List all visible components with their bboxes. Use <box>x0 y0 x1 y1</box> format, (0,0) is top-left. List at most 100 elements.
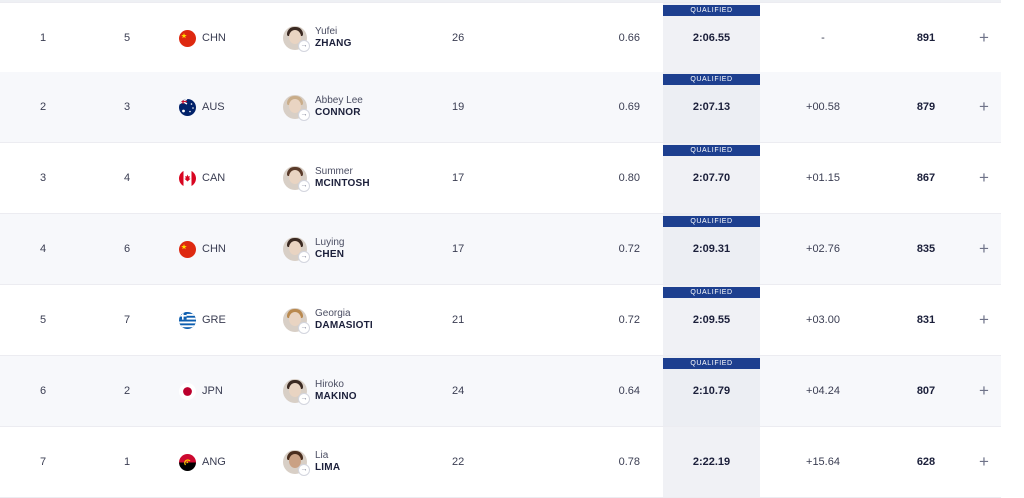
athlete-first-name: Luying <box>315 237 345 248</box>
arrow-right-icon: → <box>298 393 310 405</box>
athlete-cell[interactable]: → Summer MCINTOSH <box>283 143 443 213</box>
expand-icon[interactable]: + <box>975 214 993 284</box>
country-cell: CHN <box>179 214 269 284</box>
time-column: QUALIFIED 2:07.70 <box>663 143 760 213</box>
expand-icon[interactable]: + <box>975 143 993 213</box>
athlete-first-name: Summer <box>315 166 353 177</box>
avatar: → <box>283 308 310 334</box>
athlete-last-name: DAMASIOTI <box>315 320 373 331</box>
avatar: → <box>283 166 310 192</box>
points-cell: 807 <box>916 385 936 397</box>
canada-flag-icon <box>179 169 196 187</box>
time-cell: 2:09.55 <box>692 314 731 326</box>
athlete-cell[interactable]: → Georgia DAMASIOTI <box>283 285 443 355</box>
table-row: 2 3 AUS → Abbey Lee CONNOR 19 0.69 QUALI… <box>0 72 1001 143</box>
points-cell: 831 <box>916 314 936 326</box>
time-cell: 2:22.19 <box>692 456 731 468</box>
age-cell: 21 <box>452 314 465 326</box>
japan-flag-icon <box>179 382 196 400</box>
angola-flag-icon <box>179 453 196 471</box>
arrow-right-icon: → <box>298 40 310 52</box>
table-row: 1 5 CHN → Yufei ZHANG 26 0.66 QUALIFIED … <box>0 2 1001 74</box>
australia-flag-icon <box>179 98 196 116</box>
country-code: AUS <box>202 101 225 113</box>
rank-cell: 7 <box>40 456 47 468</box>
expand-icon[interactable]: + <box>975 3 993 73</box>
athlete-cell[interactable]: → Lia LIMA <box>283 427 443 497</box>
country-cell: AUS <box>179 72 269 142</box>
rank-cell: 3 <box>40 172 47 184</box>
time-cell: 2:07.70 <box>692 172 731 184</box>
avatar: → <box>283 379 310 405</box>
behind-cell: - <box>821 32 825 44</box>
athlete-cell[interactable]: → Yufei ZHANG <box>283 3 443 73</box>
athlete-cell[interactable]: → Abbey Lee CONNOR <box>283 72 443 142</box>
age-cell: 19 <box>452 101 465 113</box>
athlete-last-name: CHEN <box>315 249 345 260</box>
time-cell: 2:09.31 <box>692 243 731 255</box>
behind-cell: +00.58 <box>806 101 840 113</box>
avatar: → <box>283 26 310 52</box>
reaction-cell: 0.72 <box>618 314 640 326</box>
china-flag-icon <box>179 29 196 47</box>
arrow-right-icon: → <box>298 180 310 192</box>
expand-icon[interactable]: + <box>975 285 993 355</box>
rank-cell: 6 <box>40 385 47 397</box>
time-cell: 2:10.79 <box>692 385 731 397</box>
country-cell: GRE <box>179 285 269 355</box>
athlete-last-name: LIMA <box>315 462 341 473</box>
greece-flag-icon <box>179 311 196 329</box>
reaction-cell: 0.66 <box>618 32 640 44</box>
age-cell: 22 <box>452 456 465 468</box>
country-code: JPN <box>202 385 223 397</box>
athlete-cell[interactable]: → Hiroko MAKINO <box>283 356 443 426</box>
athlete-last-name: MAKINO <box>315 391 357 402</box>
time-cell: 2:06.55 <box>692 32 731 44</box>
athlete-first-name: Abbey Lee <box>315 95 363 106</box>
age-cell: 17 <box>452 172 465 184</box>
athlete-cell[interactable]: → Luying CHEN <box>283 214 443 284</box>
country-cell: CAN <box>179 143 269 213</box>
reaction-cell: 0.80 <box>618 172 640 184</box>
athlete-first-name: Georgia <box>315 308 351 319</box>
country-cell: ANG <box>179 427 269 497</box>
table-row: 4 6 CHN → Luying CHEN 17 0.72 QUALIFIED … <box>0 214 1001 285</box>
reaction-cell: 0.78 <box>618 456 640 468</box>
time-cell: 2:07.13 <box>692 101 731 113</box>
points-cell: 628 <box>916 456 936 468</box>
china-flag-icon <box>179 240 196 258</box>
lane-cell: 2 <box>124 385 131 397</box>
lane-cell: 7 <box>124 314 131 326</box>
country-code: ANG <box>202 456 226 468</box>
time-column: 2:22.19 <box>663 427 760 497</box>
table-row: 7 1 ANG → Lia LIMA 22 0.78 2:22.19 +15.6… <box>0 427 1001 498</box>
time-column: QUALIFIED 2:07.13 <box>663 72 760 142</box>
time-column: QUALIFIED 2:06.55 <box>663 3 760 73</box>
time-column: QUALIFIED 2:09.31 <box>663 214 760 284</box>
country-code: CHN <box>202 32 226 44</box>
lane-cell: 6 <box>124 243 131 255</box>
table-row: 6 2 JPN → Hiroko MAKINO 24 0.64 QUALIFIE… <box>0 356 1001 427</box>
avatar: → <box>283 237 310 263</box>
expand-icon[interactable]: + <box>975 427 993 497</box>
time-column: QUALIFIED 2:09.55 <box>663 285 760 355</box>
expand-icon[interactable]: + <box>975 356 993 426</box>
points-cell: 891 <box>916 32 936 44</box>
results-table: 1 5 CHN → Yufei ZHANG 26 0.66 QUALIFIED … <box>0 0 1001 498</box>
behind-cell: +03.00 <box>806 314 840 326</box>
rank-cell: 4 <box>40 243 47 255</box>
time-column: QUALIFIED 2:10.79 <box>663 356 760 426</box>
athlete-last-name: CONNOR <box>315 107 361 118</box>
reaction-cell: 0.64 <box>618 385 640 397</box>
expand-icon[interactable]: + <box>975 72 993 142</box>
arrow-right-icon: → <box>298 322 310 334</box>
points-cell: 879 <box>916 101 936 113</box>
age-cell: 17 <box>452 243 465 255</box>
avatar: → <box>283 450 310 476</box>
table-row: 5 7 GRE → Georgia DAMASIOTI 21 0.72 QUAL… <box>0 285 1001 356</box>
rank-cell: 2 <box>40 101 47 113</box>
country-code: GRE <box>202 314 226 326</box>
rank-cell: 1 <box>40 32 47 44</box>
arrow-right-icon: → <box>298 464 310 476</box>
avatar: → <box>283 95 310 121</box>
